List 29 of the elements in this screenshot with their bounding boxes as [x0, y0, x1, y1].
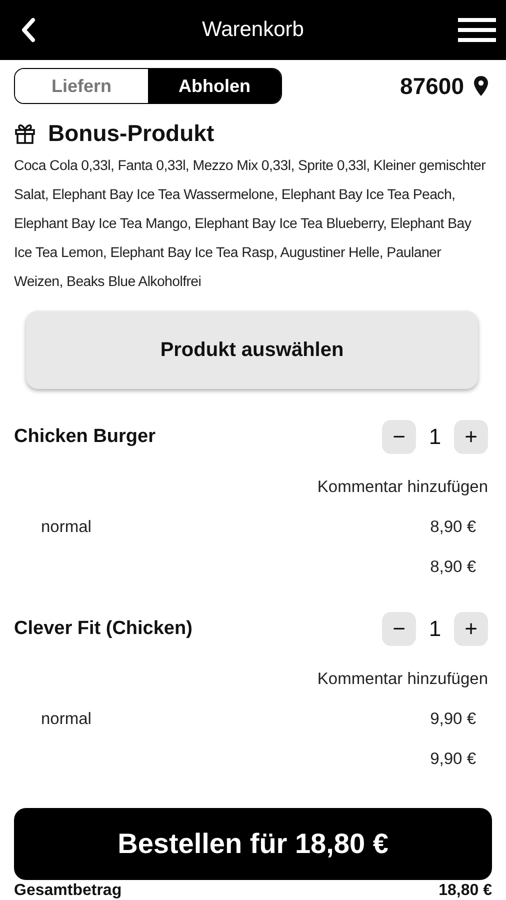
mode-tab[interactable]: Abholen	[148, 69, 281, 103]
select-product-button[interactable]: Produkt auswählen	[26, 311, 478, 389]
option-name: normal	[41, 710, 92, 728]
gift-icon	[14, 122, 36, 144]
option-name: normal	[41, 518, 92, 536]
item-name: Clever Fit (Chicken)	[14, 618, 192, 640]
quantity: 1	[428, 616, 442, 642]
menu-icon[interactable]	[458, 17, 496, 43]
order-button[interactable]: Bestellen für 18,80 €	[14, 808, 492, 880]
bonus-product-list: Coca Cola 0,33l, Fanta 0,33l, Mezzo Mix 0,33l, Sprite 0,33l, Kleiner gemischter Salat, Elephant Bay Ice Tea Wassermelone, Elephant Bay Ice Tea Peach, Elephant Bay Ice Tea Mango, Elephant Bay Ice Tea Blueberry, Elephant Bay Ice Tea Lemon, Elephant Bay Ice Tea Rasp, Augustiner Helle, Paulaner Weizen, Beaks Blue Alkoholfrei	[14, 152, 492, 297]
section-title: Bonus-Produkt	[48, 120, 214, 146]
option-price: 9,90 €	[430, 710, 476, 728]
quantity: 1	[428, 424, 442, 450]
total-label: Gesamtbetrag	[14, 882, 122, 900]
decrease-button[interactable]: −	[382, 420, 416, 454]
postal-code: 87600	[400, 72, 464, 100]
item-name: Chicken Burger	[14, 426, 156, 448]
item-subtotal: 8,90 €	[430, 558, 476, 576]
increase-button[interactable]: +	[454, 420, 488, 454]
decrease-button[interactable]: −	[382, 612, 416, 646]
add-comment-link[interactable]: Kommentar hinzufügen	[317, 478, 488, 496]
back-icon[interactable]	[20, 17, 36, 43]
location-pin-icon[interactable]	[474, 76, 488, 96]
add-comment-link[interactable]: Kommentar hinzufügen	[317, 670, 488, 688]
item-subtotal: 9,90 €	[430, 750, 476, 768]
option-price: 8,90 €	[430, 518, 476, 536]
total-amount: 18,80 €	[438, 882, 492, 900]
window-title: Warenkorb	[202, 18, 304, 41]
increase-button[interactable]: +	[454, 612, 488, 646]
